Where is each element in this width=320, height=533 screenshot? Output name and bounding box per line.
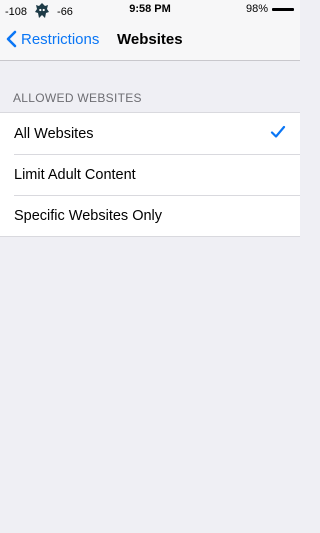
option-label: All Websites [14, 125, 94, 142]
status-right: 98% [246, 3, 294, 15]
option-limit-adult-content[interactable]: Limit Adult Content [0, 154, 300, 195]
options-list: All Websites Limit Adult Content Specifi… [0, 112, 300, 237]
back-button[interactable]: Restrictions [6, 30, 99, 48]
navigation-bar: Restrictions Websites [0, 22, 300, 60]
option-label: Specific Websites Only [14, 207, 163, 224]
battery-icon [272, 7, 294, 11]
battery-percent: 98% [245, 3, 268, 15]
option-all-websites[interactable]: All Websites [0, 113, 300, 154]
back-button-label: Restrictions [21, 30, 100, 48]
top-bar: -108 -66 9:58 PM 98% Restrictions Websit… [0, 0, 300, 61]
status-bar: -108 -66 9:58 PM 98% [0, 0, 300, 20]
page-title: Websites [117, 31, 183, 48]
checkmark-icon [270, 125, 286, 138]
section-header: ALLOWED WEBSITES [13, 91, 142, 105]
option-label: Limit Adult Content [14, 166, 136, 183]
chevron-left-icon [6, 30, 17, 48]
screen: -108 -66 9:58 PM 98% Restrictions Websit… [0, 0, 300, 533]
option-specific-websites-only[interactable]: Specific Websites Only [0, 195, 300, 236]
